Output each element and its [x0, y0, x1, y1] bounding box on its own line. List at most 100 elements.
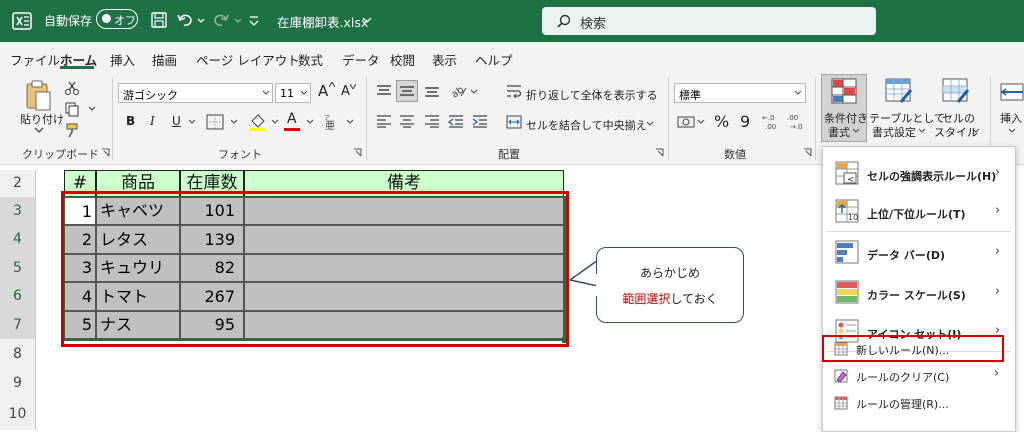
wrap-text-button[interactable]: 折り返して全体を表示する — [526, 87, 658, 103]
decrease-font-button[interactable]: A — [341, 84, 350, 99]
font-color-dropdown-icon[interactable] — [306, 119, 314, 125]
row-header[interactable]: 8 — [0, 339, 36, 369]
clipboard-group-label: クリップボード — [22, 148, 99, 161]
menu-item-color-scales[interactable]: カラー スケール(S) › — [823, 273, 1015, 313]
font-name-select[interactable]: 游ゴシック — [118, 83, 273, 103]
underline-dropdown-icon[interactable] — [188, 119, 196, 125]
phonetic-dropdown-icon[interactable] — [346, 119, 354, 125]
fill-color-icon[interactable] — [248, 112, 268, 132]
menu-item-highlight-cells-rules[interactable]: < セルの強調表示ルール(H) › — [823, 155, 1015, 193]
file-name[interactable]: 在庫棚卸表.xlsx — [277, 12, 368, 31]
tab-page-layout[interactable]: ページ レイアウト — [196, 50, 300, 69]
font-launcher-icon[interactable] — [353, 148, 362, 157]
comma-style-button[interactable]: 9 — [740, 112, 750, 131]
paste-icon[interactable] — [24, 80, 52, 112]
filename-chevron-icon[interactable] — [362, 13, 372, 27]
font-color-button[interactable]: A — [287, 111, 297, 127]
search-box[interactable]: 検索 — [542, 7, 876, 35]
paste-button[interactable]: 貼り付け — [20, 111, 64, 127]
decrease-decimal-icon[interactable]: .00→.0 — [787, 112, 807, 130]
orientation-dropdown-icon[interactable] — [470, 89, 478, 95]
menu-item-manage-rules[interactable]: ルールの管理(R)... — [822, 392, 1014, 416]
undo-dropdown-icon[interactable] — [196, 11, 206, 29]
row-header[interactable]: 4 — [0, 225, 36, 254]
borders-dropdown-icon[interactable] — [230, 119, 238, 125]
increase-indent-icon[interactable] — [472, 114, 488, 128]
align-center-icon[interactable] — [399, 114, 415, 128]
tab-insert[interactable]: 挿入 — [110, 50, 135, 69]
row-header[interactable]: 3 — [0, 197, 36, 225]
format-painter-icon[interactable] — [64, 122, 80, 138]
decrease-indent-icon[interactable] — [448, 114, 464, 128]
format-as-table-chevron-icon[interactable] — [918, 128, 926, 134]
cell-styles-chevron-icon[interactable] — [972, 128, 980, 134]
clear-rules-icon — [834, 369, 848, 383]
undo-icon[interactable] — [176, 11, 194, 29]
tab-review[interactable]: 校閲 — [390, 50, 415, 69]
format-as-table-icon[interactable] — [885, 78, 913, 104]
tab-data[interactable]: データ — [342, 50, 380, 69]
font-name-chevron-icon[interactable] — [262, 90, 270, 96]
accounting-format-icon[interactable] — [677, 114, 695, 130]
phonetic-guide-icon[interactable]: ア亜 — [322, 114, 346, 130]
menu-item-data-bars[interactable]: データ バー(D) › — [823, 233, 1015, 273]
insert-cells-icon[interactable] — [1000, 80, 1024, 104]
accounting-dropdown-icon[interactable] — [697, 119, 705, 125]
tab-file[interactable]: ファイル — [10, 50, 60, 69]
cell-styles-icon[interactable] — [942, 78, 970, 104]
borders-icon[interactable] — [206, 114, 224, 130]
row-header[interactable]: 7 — [0, 311, 36, 339]
underline-button[interactable]: U — [172, 114, 181, 128]
fill-color-dropdown-icon[interactable] — [271, 119, 279, 125]
tab-draw[interactable]: 描画 — [152, 50, 177, 69]
align-left-icon[interactable] — [376, 114, 392, 128]
clipboard-launcher-icon[interactable] — [101, 148, 110, 157]
merge-center-icon[interactable] — [506, 114, 522, 130]
format-as-table-label-2[interactable]: 書式設定 — [872, 124, 916, 140]
increase-font-button[interactable]: A — [318, 82, 328, 100]
number-format-select[interactable]: 標準 — [674, 83, 806, 103]
align-bottom-icon[interactable] — [424, 84, 440, 98]
bold-button[interactable]: B — [126, 114, 135, 128]
row-header[interactable]: 10 — [0, 398, 36, 430]
alignment-launcher-icon[interactable] — [655, 148, 664, 157]
customize-qat-icon[interactable] — [248, 11, 260, 29]
cut-icon[interactable] — [64, 80, 80, 96]
row-header[interactable]: 6 — [0, 282, 36, 311]
font-size-chevron-icon[interactable] — [300, 90, 308, 96]
save-icon[interactable] — [150, 11, 168, 29]
callout-line-1: あらかじめ — [639, 266, 700, 280]
copy-icon[interactable] — [64, 101, 80, 117]
redo-dropdown-icon[interactable] — [233, 11, 243, 29]
italic-button[interactable]: I — [150, 114, 155, 128]
conditional-formatting-icon — [831, 78, 857, 104]
percent-style-button[interactable]: % — [714, 112, 729, 131]
row-header[interactable]: 9 — [0, 369, 36, 398]
menu-item-clear-rules[interactable]: ルールのクリア(C) › — [822, 365, 1014, 389]
align-right-icon[interactable] — [424, 114, 440, 128]
menu-item-new-rule[interactable]: 新しいルール(N)... — [822, 337, 1014, 361]
tab-view[interactable]: 表示 — [432, 50, 457, 69]
wrap-text-icon[interactable] — [506, 84, 522, 100]
insert-cells-chevron-icon[interactable] — [1008, 128, 1016, 134]
increase-decimal-icon[interactable]: ←.0.00 — [762, 112, 782, 130]
merge-dropdown-icon[interactable] — [646, 121, 654, 127]
insert-cells-label[interactable]: 挿入 — [1000, 110, 1022, 126]
svg-text:<: < — [847, 175, 855, 185]
number-format-chevron-icon[interactable] — [794, 90, 802, 96]
tab-formulas[interactable]: 数式 — [298, 50, 323, 69]
menu-item-top-bottom-rules[interactable]: 10 上位/下位ルール(T) › — [823, 193, 1015, 231]
paste-dropdown-icon[interactable] — [34, 126, 44, 134]
align-top-icon[interactable] — [376, 84, 392, 98]
autosave-toggle[interactable]: オフ — [96, 9, 138, 29]
number-launcher-icon[interactable] — [803, 148, 812, 157]
menu-item-label: カラー スケール(S) — [867, 289, 966, 302]
autosave-state: オフ — [114, 14, 136, 27]
row-header[interactable]: 2 — [0, 170, 36, 197]
copy-dropdown-icon[interactable] — [88, 106, 96, 112]
tab-help[interactable]: ヘルプ — [475, 50, 513, 69]
row-header[interactable]: 5 — [0, 254, 36, 282]
orientation-icon[interactable]: ab — [450, 82, 468, 100]
redo-icon[interactable] — [212, 11, 230, 29]
merge-center-button[interactable]: セルを結合して中央揃え — [526, 117, 647, 133]
